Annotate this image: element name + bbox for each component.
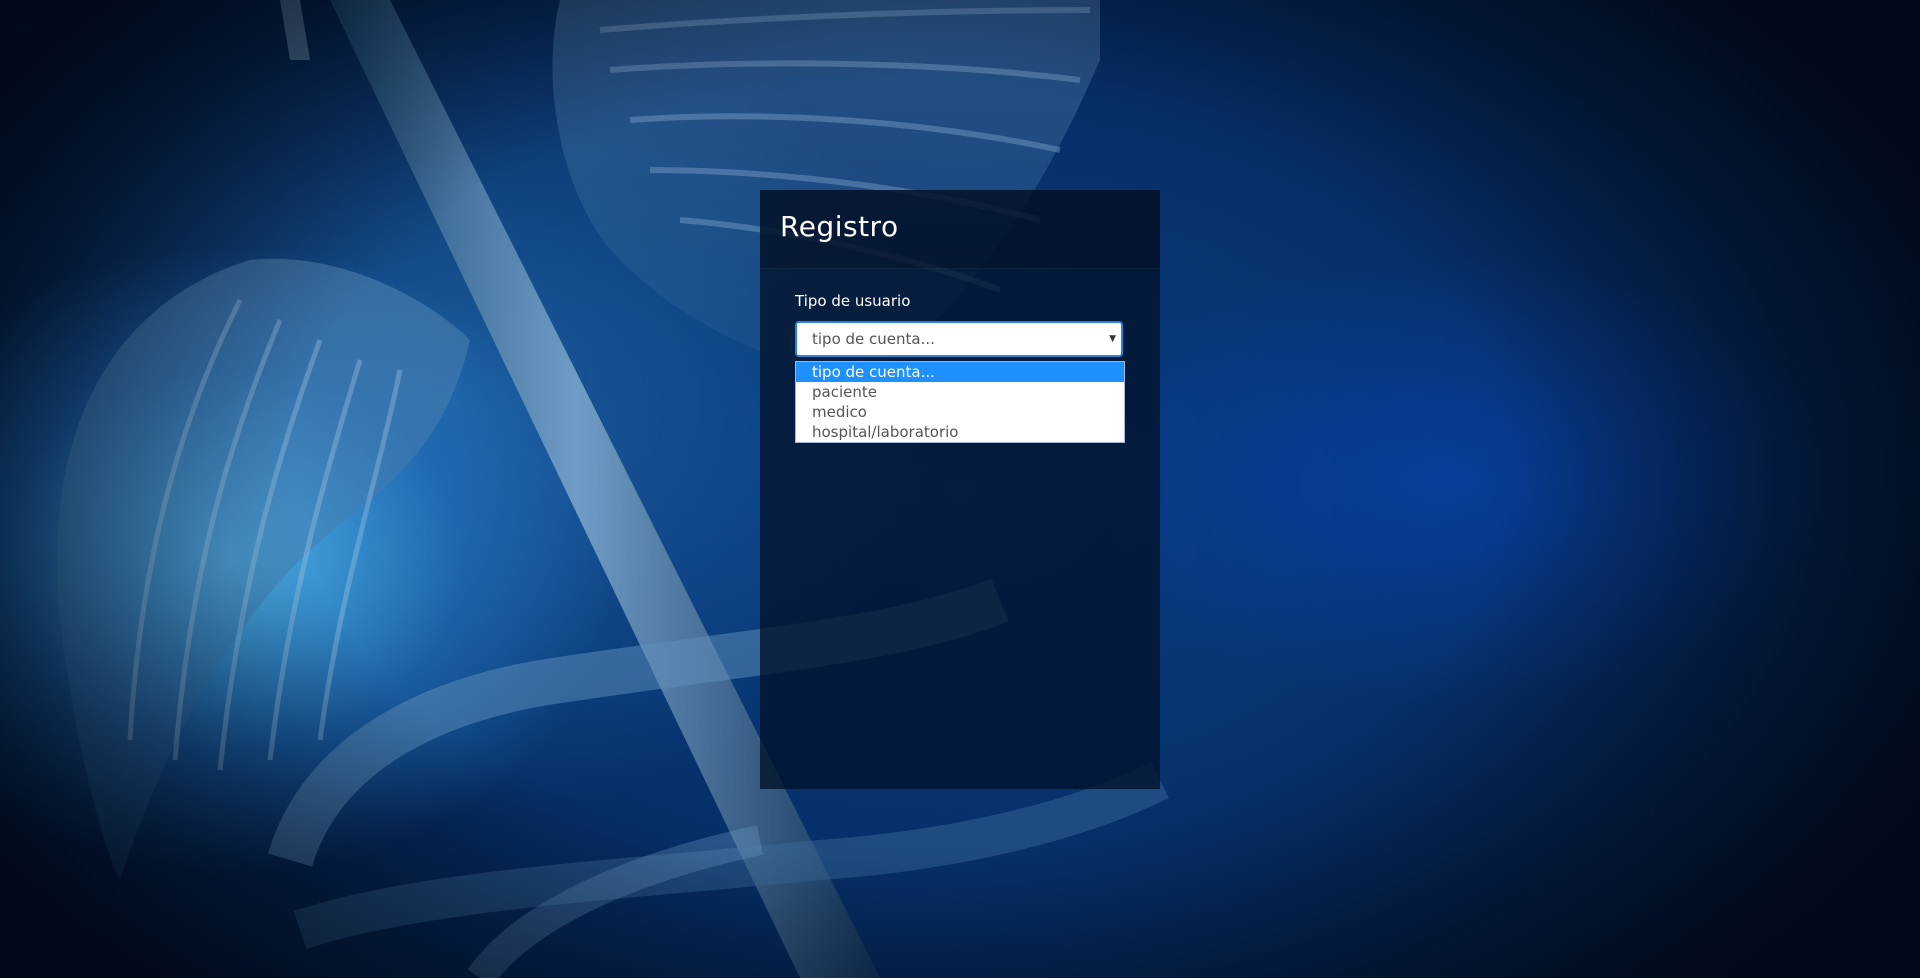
- dropdown-option-paciente[interactable]: paciente: [796, 382, 1124, 402]
- page-background: Registro Tipo de usuario tipo de cuenta.…: [0, 0, 1920, 978]
- dropdown-option-tipo-de-cuenta[interactable]: tipo de cuenta...: [796, 362, 1124, 382]
- user-type-label: Tipo de usuario: [795, 292, 911, 310]
- registration-panel: Registro Tipo de usuario tipo de cuenta.…: [760, 190, 1160, 789]
- user-type-select[interactable]: tipo de cuenta... ▼: [795, 321, 1123, 357]
- dropdown-option-medico[interactable]: medico: [796, 402, 1124, 422]
- dropdown-option-hospital-laboratorio[interactable]: hospital/laboratorio: [796, 422, 1124, 442]
- chevron-down-icon: ▼: [1109, 334, 1116, 344]
- user-type-dropdown-list: tipo de cuenta... paciente medico hospit…: [795, 361, 1125, 443]
- page-title: Registro: [780, 210, 899, 243]
- user-type-select-value: tipo de cuenta...: [812, 330, 935, 348]
- panel-header: Registro: [760, 190, 1160, 269]
